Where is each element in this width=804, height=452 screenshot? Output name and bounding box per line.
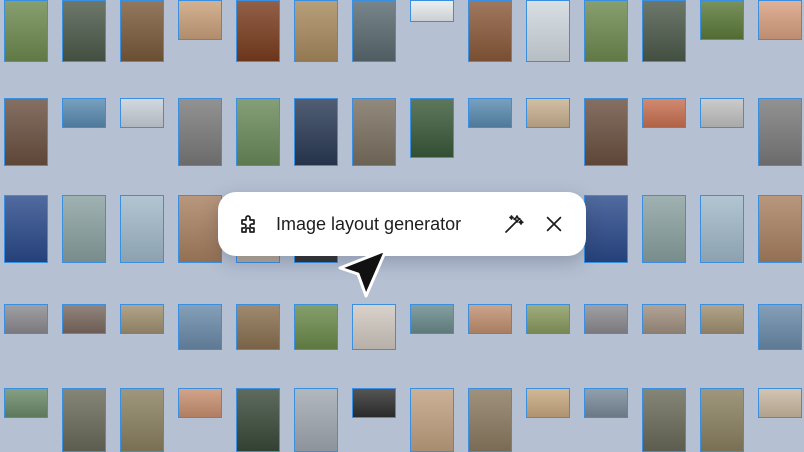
photo-thumbnail[interactable]: [62, 304, 106, 334]
photo-thumbnail[interactable]: [642, 195, 686, 263]
photo-thumbnail[interactable]: [120, 304, 164, 334]
photo-thumbnail[interactable]: [178, 388, 222, 418]
photo-thumbnail[interactable]: [62, 0, 106, 62]
photo-thumbnail[interactable]: [236, 388, 280, 452]
photo-thumbnail[interactable]: [642, 388, 686, 452]
photo-thumbnail[interactable]: [4, 98, 48, 166]
photo-thumbnail[interactable]: [120, 195, 164, 263]
photo-thumbnail[interactable]: [758, 98, 802, 166]
photo-thumbnail[interactable]: [4, 304, 48, 334]
photo-thumbnail[interactable]: [178, 195, 222, 263]
photo-thumbnail[interactable]: [468, 98, 512, 128]
photo-thumbnail[interactable]: [468, 304, 512, 334]
photo-thumbnail[interactable]: [178, 0, 222, 40]
photo-thumbnail[interactable]: [642, 304, 686, 334]
photo-thumbnail[interactable]: [120, 98, 164, 128]
photo-thumbnail[interactable]: [352, 304, 396, 350]
photo-thumbnail[interactable]: [584, 0, 628, 62]
photo-thumbnail[interactable]: [236, 304, 280, 350]
photo-thumbnail[interactable]: [642, 98, 686, 128]
toolbar-title: Image layout generator: [276, 213, 462, 234]
photo-thumbnail[interactable]: [700, 98, 744, 128]
layout-generator-toolbar: Image layout generator: [218, 192, 586, 256]
puzzle-icon: [236, 210, 264, 238]
photo-thumbnail[interactable]: [120, 0, 164, 62]
photo-thumbnail[interactable]: [584, 304, 628, 334]
photo-thumbnail[interactable]: [4, 0, 48, 62]
photo-thumbnail[interactable]: [294, 388, 338, 452]
magic-wand-button[interactable]: [500, 210, 528, 238]
photo-thumbnail[interactable]: [178, 98, 222, 166]
photo-thumbnail[interactable]: [700, 0, 744, 40]
photo-thumbnail[interactable]: [468, 0, 512, 62]
photo-thumbnail[interactable]: [526, 0, 570, 62]
photo-thumbnail[interactable]: [4, 388, 48, 418]
photo-thumbnail[interactable]: [294, 0, 338, 62]
close-button[interactable]: [540, 210, 568, 238]
photo-thumbnail[interactable]: [236, 0, 280, 62]
photo-thumbnail[interactable]: [352, 388, 396, 418]
photo-thumbnail[interactable]: [468, 388, 512, 452]
magic-wand-icon: [505, 215, 524, 233]
photo-thumbnail[interactable]: [410, 388, 454, 452]
photo-thumbnail[interactable]: [4, 195, 48, 263]
photo-thumbnail[interactable]: [352, 0, 396, 62]
photo-thumbnail[interactable]: [294, 304, 338, 350]
photo-thumbnail[interactable]: [410, 0, 454, 22]
photo-thumbnail[interactable]: [120, 388, 164, 452]
photo-thumbnail[interactable]: [236, 98, 280, 166]
photo-thumbnail[interactable]: [642, 0, 686, 62]
photo-thumbnail[interactable]: [294, 98, 338, 166]
photo-thumbnail[interactable]: [700, 388, 744, 452]
photo-thumbnail[interactable]: [178, 304, 222, 350]
photo-thumbnail[interactable]: [584, 195, 628, 263]
photo-thumbnail[interactable]: [526, 304, 570, 334]
photo-thumbnail[interactable]: [526, 388, 570, 418]
photo-thumbnail[interactable]: [700, 195, 744, 263]
photo-thumbnail[interactable]: [758, 304, 802, 350]
photo-thumbnail[interactable]: [758, 388, 802, 418]
pointer-arrow-icon: [338, 248, 388, 298]
photo-thumbnail[interactable]: [62, 388, 106, 452]
close-icon: [546, 216, 562, 232]
photo-thumbnail[interactable]: [700, 304, 744, 334]
photo-thumbnail[interactable]: [758, 0, 802, 40]
photo-thumbnail[interactable]: [62, 195, 106, 263]
photo-thumbnail[interactable]: [352, 98, 396, 166]
photo-thumbnail[interactable]: [526, 98, 570, 128]
photo-thumbnail[interactable]: [584, 98, 628, 166]
photo-thumbnail[interactable]: [62, 98, 106, 128]
photo-thumbnail[interactable]: [758, 195, 802, 263]
photo-thumbnail[interactable]: [410, 304, 454, 334]
photo-thumbnail[interactable]: [410, 98, 454, 158]
photo-thumbnail[interactable]: [584, 388, 628, 418]
